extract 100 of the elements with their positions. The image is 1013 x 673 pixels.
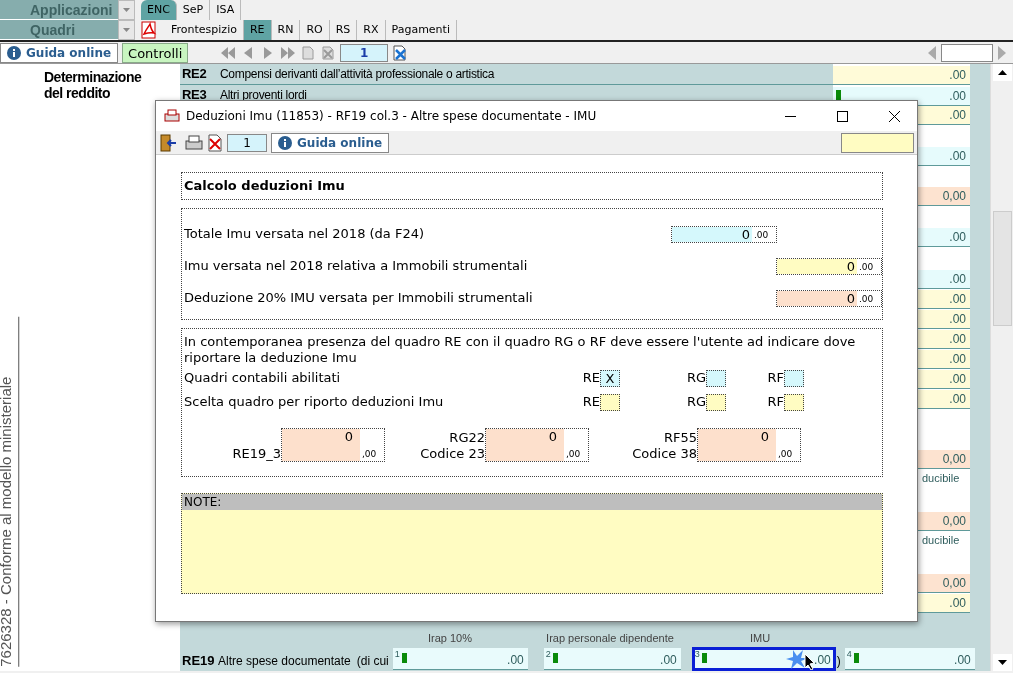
page-field[interactable]: 1 (227, 133, 267, 152)
column-header: IMU (748, 631, 772, 646)
minimize-icon (784, 115, 796, 117)
field-label: Totale Imu versata nel 2018 (da F24) (184, 225, 426, 244)
printer-icon[interactable] (185, 134, 203, 151)
field-label: RG22 (448, 430, 485, 446)
previous-icon[interactable] (927, 45, 937, 60)
amount-field[interactable]: 0 ,00 (697, 428, 801, 462)
info-text: In contemporanea presenza del quadro RE con il quadro RG o RF deve essere l'utente ad indicare dove riportare la deduzione Imu (184, 334, 857, 366)
delete-page-icon[interactable] (320, 45, 337, 60)
field-value: .00 (954, 652, 971, 669)
field-value: .00 (814, 652, 831, 669)
controls-button[interactable]: Controlli (122, 42, 189, 63)
first-page-icon[interactable] (220, 45, 237, 60)
tab[interactable]: Frontespizio (165, 20, 244, 40)
amount-field[interactable]: 0 ,00 (281, 428, 385, 462)
amount-field[interactable]: 0 .00 (776, 257, 882, 275)
field-label: ducibile (921, 471, 961, 486)
notes-field[interactable]: NOTE: (181, 493, 883, 594)
option-label: RG (686, 393, 706, 412)
page-field[interactable]: 1 (340, 43, 389, 62)
dropdown-arrow-icon[interactable] (123, 28, 130, 32)
close-icon (888, 110, 900, 122)
option-label: RF (767, 393, 784, 412)
amount-field[interactable]: 1 .00 (392, 648, 528, 670)
exit-door-icon[interactable] (159, 133, 177, 152)
help-button[interactable]: Guida online (271, 132, 390, 153)
amount-field[interactable]: 3 .00 (692, 648, 835, 670)
field-label: Scelta quadro per riporto deduzioni Imu (184, 393, 445, 412)
tab[interactable]: RX (357, 20, 386, 40)
maximize-icon (836, 110, 848, 122)
field-value: .00 (507, 652, 524, 669)
option-label: RE (582, 393, 600, 412)
scroll-down-icon[interactable] (997, 660, 1007, 665)
pdf-icon[interactable] (141, 21, 157, 39)
tab[interactable]: SeP (176, 0, 211, 20)
page-icon[interactable] (300, 45, 317, 60)
checkbox[interactable] (784, 393, 804, 411)
scroll-up-icon[interactable] (997, 70, 1007, 75)
checkbox[interactable] (706, 393, 726, 411)
field-label: Codice 38 (631, 446, 697, 462)
dropdown-arrow-icon[interactable] (123, 8, 130, 12)
row-label: Compensi derivanti dall’attività professionale o artistica (220, 66, 495, 83)
bracket-text: ) (836, 653, 841, 670)
row-code: RE19 (181, 651, 216, 670)
checkbox[interactable] (784, 369, 804, 387)
amount-field[interactable]: 0 .00 (776, 289, 882, 307)
field-label: Deduzione 20% IMU versata per Immobili strumentali (184, 289, 534, 308)
row-code: RE3 (181, 86, 208, 105)
printer-icon (164, 109, 180, 123)
checkbox[interactable] (600, 393, 620, 411)
tab[interactable]: ISA (210, 0, 242, 20)
field-label: Codice 23 (419, 446, 485, 462)
field-number: 3 (694, 648, 700, 661)
page-field[interactable] (941, 43, 993, 62)
checkbox[interactable]: X (600, 369, 620, 387)
amount-field[interactable]: 2 .00 (543, 648, 681, 670)
field-label: RF55 (662, 430, 697, 446)
scrollbar[interactable] (990, 64, 1013, 671)
field-number: 1 (394, 648, 400, 661)
amount-field[interactable]: 0 ,00 (485, 428, 589, 462)
info-icon (7, 45, 21, 60)
tab[interactable]: RN (271, 20, 301, 40)
row-label: Altre spese documentate (218, 653, 351, 670)
vertical-note: 7626328 - Conforme al modello ministeriale (0, 316, 19, 667)
delete-icon[interactable] (392, 44, 409, 61)
column-header: Irap personale dipendente (545, 631, 675, 646)
row-label: Altri proventi lordi (220, 87, 307, 104)
tab[interactable]: ENC (141, 0, 177, 20)
scroll-thumb[interactable] (992, 211, 1012, 326)
amount-field[interactable]: .00 (833, 66, 970, 85)
field-value: .00 (660, 652, 677, 669)
option-label: RE (582, 369, 600, 388)
field-label: Quadri contabili abilitati (184, 369, 342, 388)
field-number: 2 (545, 648, 551, 661)
row-code: RE2 (181, 65, 208, 84)
tab[interactable]: Pagamenti (385, 20, 457, 40)
tab[interactable]: RS (329, 20, 358, 40)
field-number: 4 (846, 648, 852, 661)
amount-field[interactable]: 4 .00 (844, 648, 975, 670)
amount-field[interactable]: 0 .00 (671, 225, 777, 243)
window-title: Deduzioni Imu (11853) - RF19 col.3 - Altre spese documentate - IMU (186, 108, 598, 125)
help-button[interactable]: Guida online (0, 42, 119, 63)
column-header: Irap 10% (427, 631, 473, 646)
section-title: Calcolo deduzioni Imu (184, 177, 345, 196)
option-label: RF (767, 369, 784, 388)
last-page-icon[interactable] (280, 45, 297, 60)
row-note: (di cui (356, 653, 389, 670)
option-label: RG (686, 369, 706, 388)
input-field[interactable] (841, 132, 914, 153)
checkbox[interactable] (706, 369, 726, 387)
field-label: Imu versata nel 2018 relativa a Immobili strumentali (184, 257, 529, 276)
field-label: RE19_3 (231, 446, 281, 462)
tab[interactable]: RE (243, 20, 272, 40)
info-icon (278, 135, 292, 150)
section-title: Determinazione del reddito (44, 69, 143, 101)
field-label: ducibile (921, 533, 961, 548)
delete-icon[interactable] (207, 133, 223, 152)
tab[interactable]: RO (300, 20, 330, 40)
next-icon[interactable] (997, 45, 1007, 60)
